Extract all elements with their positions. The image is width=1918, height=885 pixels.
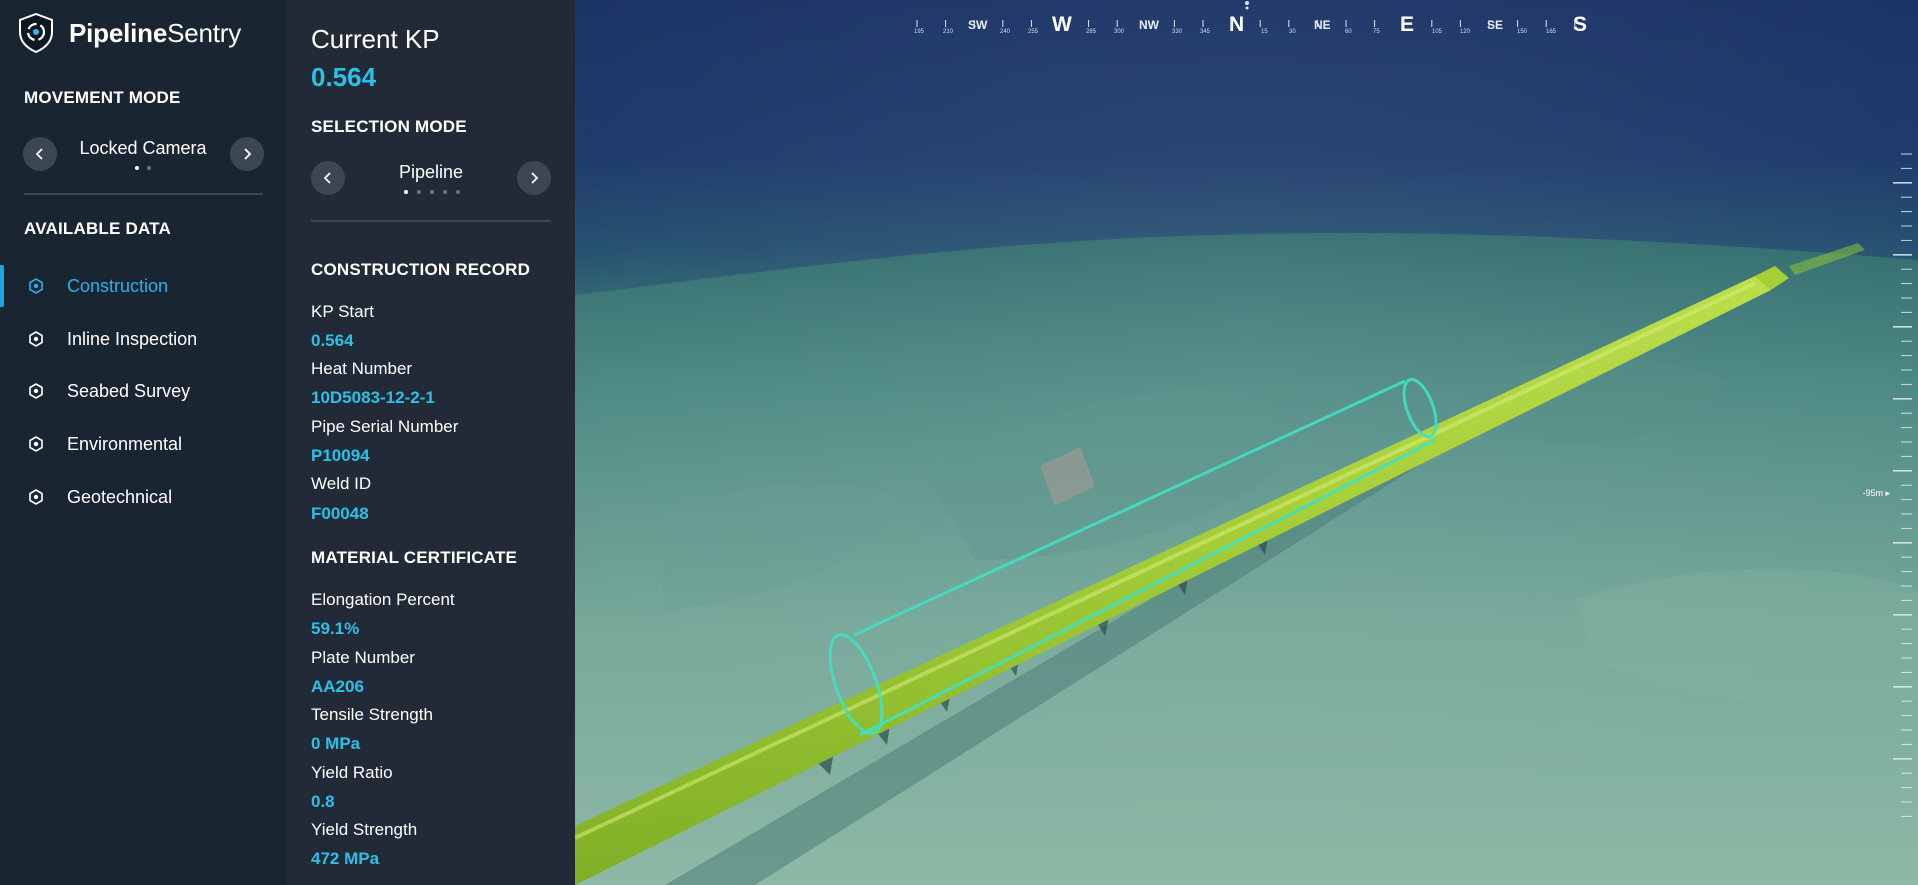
hexagon-target-icon <box>29 331 43 347</box>
data-item-inline-inspection[interactable]: Inline Inspection <box>0 316 287 362</box>
data-item-construction[interactable]: Construction <box>0 263 287 309</box>
data-item-label: Construction <box>67 275 169 296</box>
elongation-value: 59.1% <box>311 619 360 638</box>
selection-mode-heading: SELECTION MODE <box>311 117 467 136</box>
pipe-serial-value: P10094 <box>311 446 370 465</box>
weld-id-value: F00048 <box>311 504 369 523</box>
active-indicator <box>0 370 4 412</box>
elongation-label: Elongation Percent <box>311 590 455 609</box>
divider <box>311 220 551 222</box>
pager-dot <box>135 166 139 170</box>
selection-mode-next-button[interactable] <box>517 161 551 195</box>
app-logo: PipelineSentry <box>18 13 241 53</box>
movement-mode-value: Locked Camera <box>79 138 207 158</box>
chevron-right-icon <box>531 172 539 184</box>
yield-strength-label: Yield Strength <box>311 820 418 839</box>
pager-dot <box>147 166 151 170</box>
yield-strength-value: 472 MPa <box>311 849 380 868</box>
tensile-strength-label: Tensile Strength <box>311 705 433 724</box>
construction-record-heading: CONSTRUCTION RECORD <box>311 260 531 279</box>
plate-number-label: Plate Number <box>311 648 415 667</box>
info-panel: Current KP 0.564 SELECTION MODE Pipeline… <box>287 0 575 885</box>
yield-ratio-label: Yield Ratio <box>311 763 393 782</box>
movement-mode-next-button[interactable] <box>230 137 264 171</box>
shield-logo-icon <box>19 13 53 53</box>
chevron-left-icon <box>35 148 43 160</box>
movement-mode-pager <box>135 166 151 170</box>
plate-number-value: AA206 <box>311 677 364 696</box>
pager-dot <box>404 190 408 194</box>
tensile-strength-value: 0 MPa <box>311 734 361 753</box>
compass-ticks <box>916 1 1576 27</box>
chevron-left-icon <box>323 172 331 184</box>
chevron-right-icon <box>244 148 252 160</box>
data-item-label: Inline Inspection <box>67 328 198 349</box>
hexagon-target-icon <box>29 383 43 399</box>
selection-mode-pager <box>404 190 460 194</box>
seabed-scene[interactable] <box>575 0 1918 885</box>
active-indicator <box>0 423 4 465</box>
kp-start-value: 0.564 <box>311 331 354 350</box>
data-item-geotechnical[interactable]: Geotechnical <box>0 474 287 520</box>
pipe-serial-label: Pipe Serial Number <box>311 417 459 436</box>
compass-strip: 195 210 SW 240 255 W 285 300 NW 330 345 … <box>575 0 1918 40</box>
compass-heading-marker <box>1245 1 1249 5</box>
current-kp-title: Current KP <box>311 24 440 54</box>
material-certificate-heading: MATERIAL CERTIFICATE <box>311 548 518 567</box>
pager-dot <box>443 190 447 194</box>
data-item-label: Seabed Survey <box>67 380 191 401</box>
available-data-heading: AVAILABLE DATA <box>24 219 171 238</box>
movement-mode-heading: MOVEMENT MODE <box>24 88 181 107</box>
pager-dot <box>417 190 421 194</box>
hexagon-target-icon <box>29 489 43 505</box>
data-item-label: Geotechnical <box>67 486 173 507</box>
movement-mode-prev-button[interactable] <box>23 137 57 171</box>
hexagon-target-icon <box>29 278 43 294</box>
pager-dot <box>430 190 434 194</box>
data-item-environmental[interactable]: Environmental <box>0 421 287 467</box>
selection-mode-prev-button[interactable] <box>311 161 345 195</box>
weld-id-label: Weld ID <box>311 474 372 493</box>
data-item-seabed-survey[interactable]: Seabed Survey <box>0 368 287 414</box>
pager-dot <box>456 190 460 194</box>
yield-ratio-value: 0.8 <box>311 792 335 811</box>
selection-mode-value: Pipeline <box>398 162 464 182</box>
kp-start-label: KP Start <box>311 302 374 321</box>
compass-heading-marker <box>1245 6 1249 10</box>
heat-number-label: Heat Number <box>311 359 413 378</box>
app-name: PipelineSentry <box>69 17 242 48</box>
3d-viewport[interactable]: 195 210 SW 240 255 W 285 300 NW 330 345 … <box>575 0 1918 885</box>
active-indicator <box>0 476 4 518</box>
active-indicator <box>0 265 4 307</box>
depth-gauge-label: -95m ▸ <box>1862 488 1890 498</box>
data-item-label: Environmental <box>67 433 183 454</box>
hexagon-target-icon <box>29 436 43 452</box>
active-indicator <box>0 318 4 360</box>
heat-number-value: 10D5083-12-2-1 <box>311 388 435 407</box>
current-kp-value: 0.564 <box>311 62 377 92</box>
sidebar: PipelineSentry MOVEMENT MODE Locked Came… <box>0 0 287 885</box>
divider <box>24 193 263 195</box>
